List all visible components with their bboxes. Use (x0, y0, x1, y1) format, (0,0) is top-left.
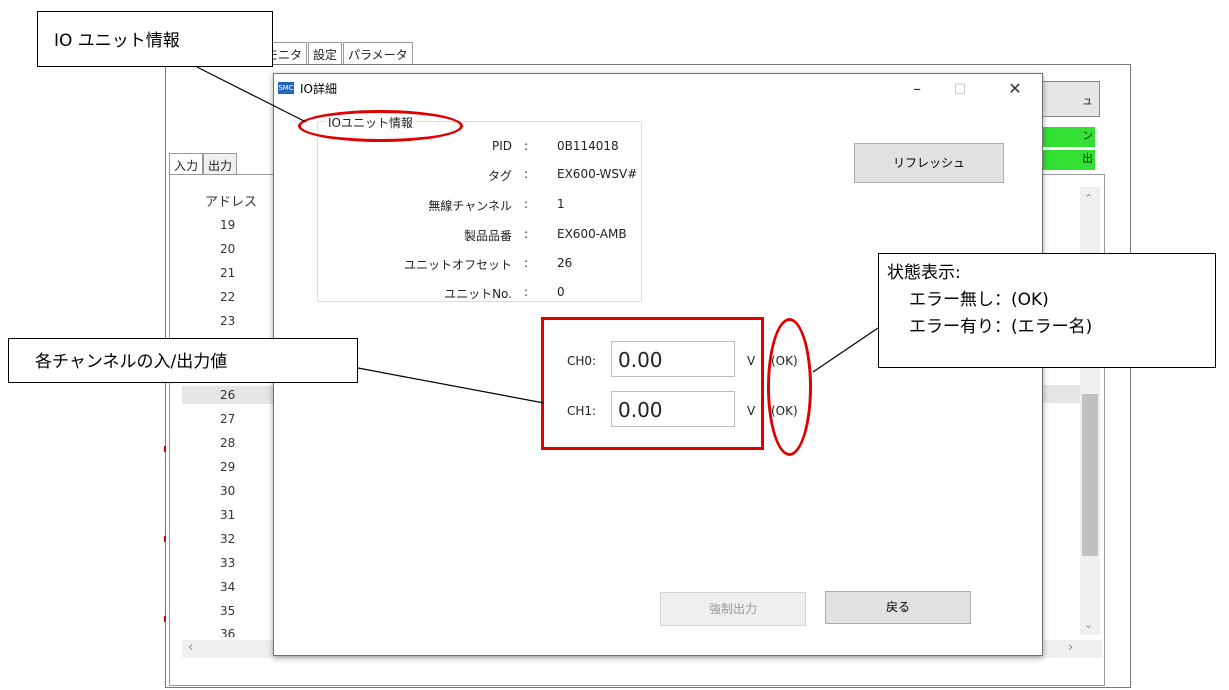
scrollbar-thumb[interactable] (1082, 394, 1098, 556)
status-chip: 出 (1040, 150, 1095, 170)
close-icon[interactable]: ✕ (995, 78, 1035, 100)
field-colon: : (524, 139, 529, 153)
field-value-unit-offset: 26 (557, 256, 573, 270)
list-item[interactable]: 35 (220, 604, 260, 618)
callout-status-error: エラー有り：(エラー名) (909, 317, 1093, 337)
list-item[interactable]: 27 (220, 412, 260, 426)
list-item[interactable]: 19 (220, 218, 260, 232)
list-item[interactable]: 31 (220, 508, 260, 522)
scroll-right-icon[interactable]: › (1068, 640, 1073, 655)
field-colon: : (524, 256, 529, 270)
list-item[interactable]: 26 (220, 388, 260, 402)
field-colon: : (524, 167, 529, 181)
back-button[interactable]: 戻る (825, 591, 971, 624)
field-value-tag: EX600-WSV# (557, 167, 638, 181)
marker-tick (164, 446, 166, 452)
highlight-frame-channels (541, 317, 764, 450)
field-value-pid: 0B114018 (557, 139, 619, 153)
tab-input[interactable]: 入力 (169, 153, 204, 174)
dialog-title: IO詳細 (300, 82, 337, 96)
field-label-product-number: 製品品番 (463, 229, 512, 243)
scroll-down-icon[interactable]: ⌄ (1084, 618, 1093, 631)
marker-tick (164, 536, 166, 542)
highlight-oval-status (767, 318, 812, 456)
status-chip: ン (1040, 127, 1095, 147)
list-item[interactable]: 32 (220, 532, 260, 546)
callout-channel-values: 各チャンネルの入/出力値 (8, 338, 358, 383)
field-value-unit-no: 0 (557, 285, 565, 299)
selected-row-highlight (1038, 385, 1080, 403)
refresh-button[interactable]: リフレッシュ (854, 143, 1004, 183)
highlight-oval-group-title (298, 110, 463, 142)
list-item[interactable]: 29 (220, 460, 260, 474)
list-item[interactable]: 22 (220, 290, 260, 304)
tab-settings[interactable]: 設定 (308, 42, 343, 64)
list-item[interactable]: 21 (220, 266, 260, 280)
list-item[interactable]: 33 (220, 556, 260, 570)
callout-status-ok: エラー無し：(OK) (909, 290, 1049, 310)
callout-status-display: 状態表示: エラー無し：(OK) エラー有り：(エラー名) (878, 253, 1216, 368)
field-colon: : (524, 197, 529, 211)
field-value-product-number: EX600-AMB (557, 227, 627, 241)
callout-io-unit-info: IO ユニット情報 (37, 11, 273, 67)
callout-text: IO ユニット情報 (54, 31, 180, 51)
field-colon: : (524, 227, 529, 241)
list-item[interactable]: 36 (220, 627, 260, 637)
force-output-button[interactable]: 強制出力 (660, 592, 806, 626)
tab-parameters[interactable]: パラメータ (343, 42, 413, 64)
background-refresh-button[interactable]: ュ (1040, 81, 1100, 117)
callout-status-title: 状態表示: (887, 263, 961, 283)
main-tab-bar: モニタ 設定 パラメータ (261, 42, 414, 66)
address-column-header: アドレス (205, 195, 258, 210)
field-label-unit-no: ユニットNo. (444, 287, 512, 301)
smc-logo-icon: SMC (278, 82, 294, 94)
field-label-unit-offset: ユニットオフセット (403, 258, 512, 272)
list-item[interactable]: 30 (220, 484, 260, 498)
scroll-up-icon[interactable]: ⌃ (1084, 192, 1093, 205)
field-colon: : (524, 285, 529, 299)
list-item[interactable]: 23 (220, 314, 260, 328)
list-item[interactable]: 20 (220, 242, 260, 256)
callout-text: 各チャンネルの入/出力値 (35, 352, 228, 372)
list-item[interactable]: 34 (220, 580, 260, 594)
tab-output[interactable]: 出力 (203, 153, 238, 174)
scroll-left-icon[interactable]: ‹ (188, 640, 193, 655)
field-label-wireless-channel: 無線チャンネル (428, 199, 512, 213)
io-tab-bar: 入力 出力 (169, 153, 238, 174)
field-value-wireless-channel: 1 (557, 197, 565, 211)
maximize-icon[interactable]: □ (940, 78, 980, 100)
marker-tick (164, 616, 166, 622)
minimize-icon[interactable]: – (897, 78, 937, 100)
field-label-tag: タグ (487, 169, 512, 183)
list-item[interactable]: 28 (220, 436, 260, 450)
